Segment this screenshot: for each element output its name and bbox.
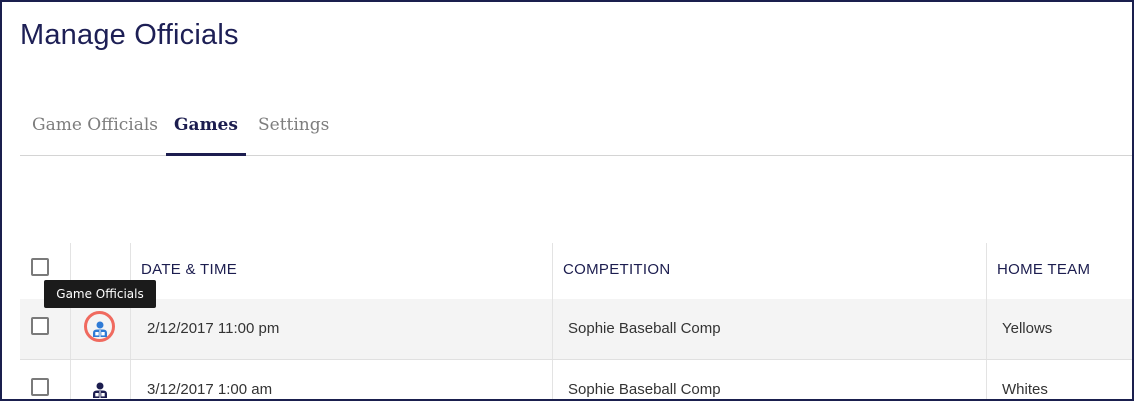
row-checkbox[interactable] <box>31 317 49 335</box>
row-competition-cell: Sophie Baseball Comp <box>553 360 987 399</box>
home-team-value: Yellows <box>1002 320 1053 337</box>
column-header-competition: COMPETITION <box>563 261 671 278</box>
tab-game-officials[interactable]: Game Officials <box>20 105 166 154</box>
app-frame: Manage Officials Game Officials Games Se… <box>0 0 1134 401</box>
row-icon-cell <box>71 299 131 359</box>
row-select-cell <box>20 360 71 399</box>
row-checkbox[interactable] <box>31 378 49 396</box>
tab-games[interactable]: Games <box>166 105 246 156</box>
row-home-team-cell: Whites <box>987 360 1132 399</box>
competition-value: Sophie Baseball Comp <box>568 381 721 398</box>
tab-bar: Game Officials Games Settings <box>20 105 1132 156</box>
referee-icon[interactable] <box>93 321 107 337</box>
date-time-value: 2/12/2017 11:00 pm <box>147 320 280 337</box>
table-row[interactable]: 2/12/2017 11:00 pm Sophie Baseball Comp … <box>20 299 1132 360</box>
header-home-team-cell[interactable]: HOME TEAM <box>987 243 1132 299</box>
table-row[interactable]: 3/12/2017 1:00 am Sophie Baseball Comp W… <box>20 360 1132 399</box>
row-icon-cell <box>71 360 131 399</box>
row-date-time-cell: 3/12/2017 1:00 am <box>131 360 553 399</box>
column-header-date-time: DATE & TIME <box>141 261 238 278</box>
select-all-checkbox[interactable] <box>31 258 49 276</box>
table-header-row: DATE & TIME COMPETITION HOME TEAM <box>20 243 1132 303</box>
date-time-value: 3/12/2017 1:00 am <box>147 381 273 398</box>
row-home-team-cell: Yellows <box>987 299 1132 359</box>
page-title: Manage Officials <box>20 19 239 51</box>
competition-value: Sophie Baseball Comp <box>568 320 721 337</box>
header-competition-cell[interactable]: COMPETITION <box>553 243 987 299</box>
column-header-home-team: HOME TEAM <box>997 261 1091 278</box>
referee-icon[interactable] <box>93 382 107 398</box>
tab-settings[interactable]: Settings <box>258 105 338 154</box>
row-select-cell <box>20 299 71 359</box>
game-officials-tooltip: Game Officials <box>44 280 156 308</box>
header-date-time-cell[interactable]: DATE & TIME <box>131 243 553 299</box>
row-date-time-cell: 2/12/2017 11:00 pm <box>131 299 553 359</box>
row-competition-cell: Sophie Baseball Comp <box>553 299 987 359</box>
home-team-value: Whites <box>1002 381 1048 398</box>
